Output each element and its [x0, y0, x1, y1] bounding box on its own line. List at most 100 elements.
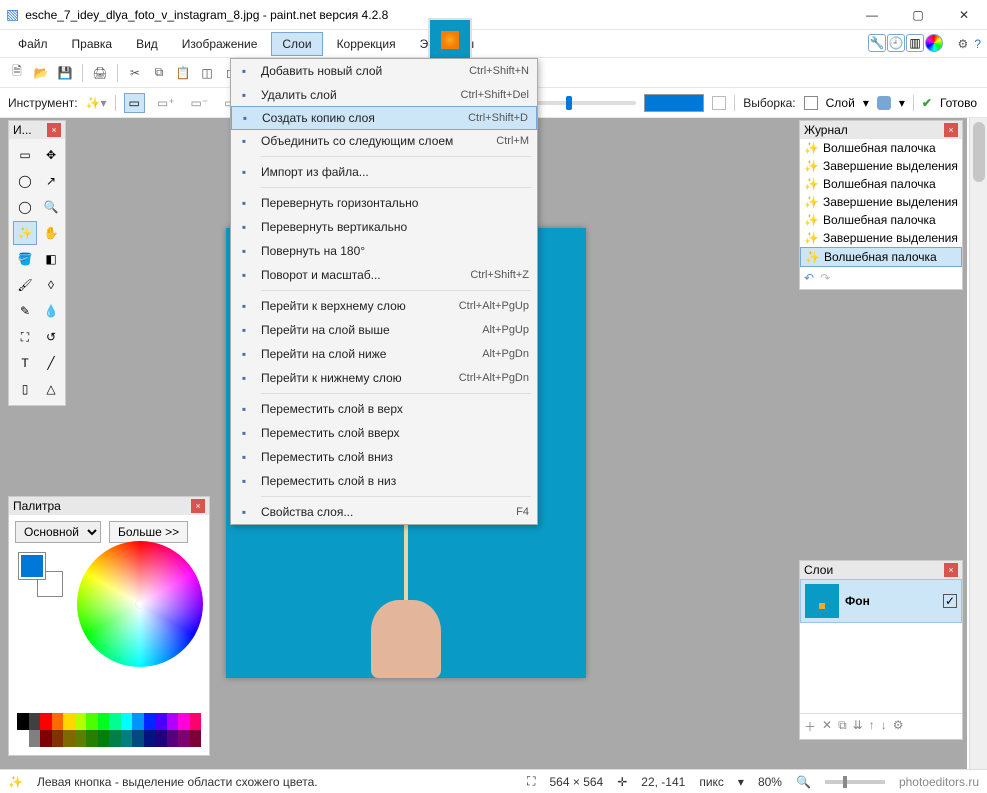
- help-icon[interactable]: ?: [974, 37, 981, 51]
- line-tool[interactable]: ╱: [39, 351, 63, 375]
- sample-drop-icon[interactable]: ▾: [863, 96, 869, 110]
- menu-edit[interactable]: Правка: [62, 33, 123, 55]
- magic-wand-tool[interactable]: ✨: [13, 221, 37, 245]
- menu-item[interactable]: ▪Поворот и масштаб...Ctrl+Shift+Z: [231, 263, 537, 287]
- menu-item[interactable]: ▪Перейти на слой нижеAlt+PgDn: [231, 342, 537, 366]
- palette-color[interactable]: [40, 713, 52, 730]
- flood-mode-icon[interactable]: [877, 96, 891, 110]
- menu-item[interactable]: ▪Повернуть на 180°: [231, 239, 537, 263]
- palette-color[interactable]: [167, 713, 179, 730]
- selmode-add-icon[interactable]: ▭⁺: [153, 94, 179, 112]
- tools-window-icon[interactable]: 🔧: [868, 34, 886, 52]
- palette-color[interactable]: [121, 713, 133, 730]
- selmode-sub-icon[interactable]: ▭⁻: [187, 94, 213, 112]
- cut-icon[interactable]: ✂: [126, 64, 144, 82]
- palette-color[interactable]: [178, 730, 190, 747]
- move-selection-tool[interactable]: ↗: [39, 169, 63, 193]
- lasso-tool[interactable]: ◯: [13, 169, 37, 193]
- zoom-tool[interactable]: 🔍: [39, 195, 63, 219]
- menu-item[interactable]: ▪Добавить новый слойCtrl+Shift+N: [231, 59, 537, 83]
- palette-close-icon[interactable]: ×: [191, 499, 205, 513]
- palette-color[interactable]: [86, 730, 98, 747]
- menu-item[interactable]: ▪Импорт из файла...: [231, 160, 537, 184]
- palette-color[interactable]: [17, 713, 29, 730]
- shapes-tool[interactable]: ▯: [13, 377, 37, 401]
- redo-icon[interactable]: ↷: [820, 271, 830, 285]
- history-item[interactable]: ✨Волшебная палочка: [800, 211, 962, 229]
- paste-icon[interactable]: 📋: [174, 64, 192, 82]
- color-type-select[interactable]: Основной: [15, 521, 101, 543]
- palette-color[interactable]: [132, 730, 144, 747]
- colors-window-icon[interactable]: [925, 34, 943, 52]
- history-item[interactable]: ✨Завершение выделения палочкой: [800, 193, 962, 211]
- menu-item[interactable]: ▪Создать копию слояCtrl+Shift+D: [231, 106, 537, 130]
- palette-color[interactable]: [29, 730, 41, 747]
- layer-dup-icon[interactable]: ⧉: [838, 718, 847, 735]
- palette-color[interactable]: [40, 730, 52, 747]
- commit-check-icon[interactable]: ✔: [922, 96, 932, 110]
- shapes-tool-2[interactable]: △: [39, 377, 63, 401]
- pan-tool[interactable]: ✋: [39, 221, 63, 245]
- history-item[interactable]: ✨Волшебная палочка: [800, 247, 962, 267]
- layer-props-icon[interactable]: ⚙: [893, 718, 904, 735]
- history-close-icon[interactable]: ×: [944, 123, 958, 137]
- print-icon[interactable]: 🖨: [91, 64, 109, 82]
- move-tool[interactable]: ✥: [39, 143, 63, 167]
- palette-color[interactable]: [109, 730, 121, 747]
- palette-color[interactable]: [144, 730, 156, 747]
- menu-view[interactable]: Вид: [126, 33, 168, 55]
- palette-color[interactable]: [144, 713, 156, 730]
- menu-item[interactable]: ▪Перейти к нижнему слоюCtrl+Alt+PgDn: [231, 366, 537, 390]
- fill-color-swatch[interactable]: [644, 94, 704, 112]
- menu-item[interactable]: ▪Перейти на слой вышеAlt+PgUp: [231, 318, 537, 342]
- menu-image[interactable]: Изображение: [172, 33, 268, 55]
- done-label[interactable]: Готово: [940, 96, 977, 110]
- palette-color[interactable]: [17, 730, 29, 747]
- image-thumb[interactable]: [428, 18, 472, 62]
- palette-color[interactable]: [155, 713, 167, 730]
- more-button[interactable]: Больше >>: [109, 521, 188, 543]
- palette-color[interactable]: [178, 713, 190, 730]
- palette-color[interactable]: [98, 713, 110, 730]
- palette-color[interactable]: [109, 713, 121, 730]
- layer-up-icon[interactable]: ↑: [869, 718, 875, 735]
- palette-color[interactable]: [63, 713, 75, 730]
- sample-value[interactable]: Слой: [826, 96, 855, 110]
- menu-item[interactable]: ▪Переместить слой в низ: [231, 469, 537, 493]
- unit-drop-icon[interactable]: ▾: [738, 775, 744, 789]
- palette-color[interactable]: [52, 713, 64, 730]
- palette-color[interactable]: [190, 713, 202, 730]
- wheel-picker[interactable]: [135, 599, 145, 609]
- menu-item[interactable]: ▪Перейти к верхнему слоюCtrl+Alt+PgUp: [231, 294, 537, 318]
- close-button[interactable]: ✕: [941, 0, 987, 30]
- palette-color[interactable]: [63, 730, 75, 747]
- layer-del-icon[interactable]: ✕: [822, 718, 832, 735]
- palette-color[interactable]: [52, 730, 64, 747]
- menu-item[interactable]: ▪Переместить слой вверх: [231, 421, 537, 445]
- palette-color[interactable]: [190, 730, 202, 747]
- eraser-tool[interactable]: ◊: [39, 273, 63, 297]
- menu-item[interactable]: ▪Удалить слойCtrl+Shift+Del: [231, 83, 537, 107]
- current-tool-icon[interactable]: ✨▾: [86, 96, 107, 110]
- selmode-replace-icon[interactable]: ▭: [124, 93, 145, 113]
- layer-merge-icon[interactable]: ⇊: [853, 718, 863, 735]
- palette-color[interactable]: [29, 713, 41, 730]
- primary-color-swatch[interactable]: [19, 553, 45, 579]
- copy-icon[interactable]: ⧉: [150, 64, 168, 82]
- history-item[interactable]: ✨Завершение выделения палочкой: [800, 157, 962, 175]
- layer-visible-checkbox[interactable]: ✓: [943, 594, 957, 608]
- color-wheel[interactable]: [77, 541, 203, 667]
- palette-color[interactable]: [121, 730, 133, 747]
- picker-tool[interactable]: 💧: [39, 299, 63, 323]
- layers-window-icon[interactable]: ▥: [906, 34, 924, 52]
- menu-item[interactable]: ▪Перевернуть вертикально: [231, 215, 537, 239]
- palette-color[interactable]: [167, 730, 179, 747]
- palette-color[interactable]: [75, 730, 87, 747]
- clone-tool[interactable]: ⛶: [13, 325, 37, 349]
- layer-down-icon[interactable]: ↓: [881, 718, 887, 735]
- recolor-tool[interactable]: ↺: [39, 325, 63, 349]
- undo-icon[interactable]: ↶: [804, 271, 814, 285]
- flood-drop-icon[interactable]: ▾: [899, 96, 905, 110]
- layer-row[interactable]: Фон ✓: [800, 579, 962, 623]
- history-item[interactable]: ✨Волшебная палочка: [800, 175, 962, 193]
